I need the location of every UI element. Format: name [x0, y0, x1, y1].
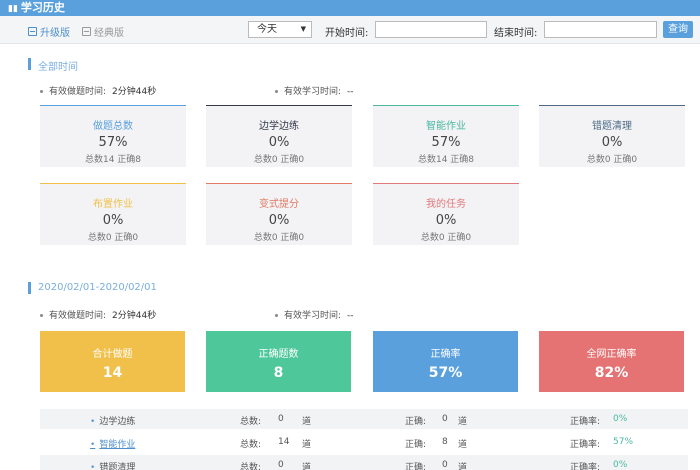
stat-card-stats: 总数0 正确0 — [420, 233, 472, 243]
range-effective-answer-time: 有效做题时间: 2分钟44秒 — [40, 308, 156, 321]
table-row: 边学边练总数:0道正确:0道正确率:0% — [40, 409, 688, 429]
stat-card-percent: 0% — [268, 135, 290, 150]
row-name: 错题清理 — [90, 460, 135, 470]
stat-card-title: 做题总数 — [93, 121, 133, 132]
row-correct: 0 — [442, 414, 448, 424]
row-correct-unit: 道 — [458, 417, 468, 427]
table-row: 智能作业总数:14道正确:8道正确率:57% — [40, 432, 688, 452]
stat-card-percent: 0% — [435, 213, 457, 228]
row-rate: 57% — [613, 437, 634, 447]
date-range-select[interactable]: 今天 ▼ — [248, 21, 312, 38]
row-rate: 0% — [613, 460, 628, 470]
upgrade-label: 升级版 — [40, 28, 70, 39]
stat-card[interactable]: 变式提分 0% 总数0 正确0 — [206, 183, 352, 245]
stat-card-title: 边学边练 — [259, 121, 299, 132]
row-correct-label: 正确: — [405, 417, 427, 427]
start-time-input[interactable] — [375, 21, 487, 38]
row-total: 0 — [278, 414, 284, 424]
end-time-input[interactable] — [544, 21, 657, 38]
summary-card: 正确率 57% — [373, 331, 518, 392]
row-total-unit: 道 — [302, 463, 312, 470]
upgrade-version-button[interactable]: 升级版 — [28, 24, 70, 39]
summary-card-title: 合计做题 — [92, 349, 133, 360]
classic-version-button[interactable]: 经典版 — [82, 24, 124, 39]
stat-card-stats: 总数14 正确8 — [84, 155, 142, 165]
row-total-unit: 道 — [302, 417, 312, 427]
row-rate: 0% — [613, 414, 628, 424]
all-time-title: 全部时间 — [28, 58, 78, 73]
row-total-label: 总数: — [240, 417, 262, 427]
row-name[interactable]: 智能作业 — [90, 437, 135, 450]
stat-card-title: 我的任务 — [426, 199, 466, 210]
stat-card[interactable]: 做题总数 57% 总数14 正确8 — [40, 105, 186, 167]
classic-icon — [82, 27, 91, 36]
row-name: 边学边练 — [90, 414, 135, 427]
start-time-label: 开始时间: — [325, 28, 369, 39]
row-correct-unit: 道 — [458, 463, 468, 470]
classic-label: 经典版 — [94, 28, 124, 39]
stat-card-stats: 总数0 正确0 — [586, 155, 638, 165]
effective-study-time: 有效学习时间: -- — [275, 84, 354, 97]
upgrade-icon — [28, 27, 37, 36]
summary-card-title: 正确率 — [430, 349, 461, 360]
table-row: 错题清理 总数: 0 道 正确: 0 道 正确率: 0% — [40, 455, 688, 470]
summary-card-title: 全网正确率 — [586, 349, 637, 360]
app-title: 学习历史 — [20, 1, 65, 14]
stat-card-percent: 57% — [98, 135, 128, 150]
stat-card-stats: 总数14 正确8 — [417, 155, 475, 165]
row-correct-unit: 道 — [458, 440, 468, 450]
summary-card-value: 57% — [428, 365, 463, 381]
stat-card[interactable]: 边学边练 0% 总数0 正确0 — [206, 105, 352, 167]
row-correct-label: 正确: — [405, 463, 427, 470]
summary-card-title: 正确题数 — [258, 349, 299, 360]
stat-card[interactable]: 布置作业 0% 总数0 正确0 — [40, 183, 186, 245]
stat-card-stats: 总数0 正确0 — [253, 155, 305, 165]
row-total-unit: 道 — [302, 440, 312, 450]
date-range-value: 今天 — [257, 24, 277, 35]
query-button[interactable]: 查询 — [663, 21, 693, 38]
stat-card-title: 智能作业 — [426, 121, 466, 132]
stat-card-stats: 总数0 正确0 — [87, 233, 139, 243]
stat-card[interactable]: 智能作业 57% 总数14 正确8 — [373, 105, 519, 167]
window-titlebar: ▮▮ 学习历史 — [0, 0, 700, 16]
stat-card-percent: 0% — [102, 213, 124, 228]
stat-card[interactable]: 我的任务 0% 总数0 正确0 — [373, 183, 519, 245]
stat-card-percent: 57% — [431, 135, 461, 150]
summary-card-value: 14 — [102, 365, 123, 381]
stat-card-stats: 总数0 正确0 — [253, 233, 305, 243]
row-total-label: 总数: — [240, 463, 262, 470]
row-correct: 8 — [442, 437, 448, 447]
row-rate-label: 正确率: — [570, 440, 601, 450]
summary-card-value: 82% — [594, 365, 629, 381]
row-total: 0 — [278, 460, 284, 470]
summary-card: 全网正确率 82% — [539, 331, 684, 392]
stat-card-percent: 0% — [601, 135, 623, 150]
row-total: 14 — [278, 437, 290, 447]
row-correct: 0 — [442, 460, 448, 470]
range-title: 2020/02/01-2020/02/01 — [28, 282, 157, 294]
stat-card-title: 错题清理 — [592, 121, 632, 132]
end-time-label: 结束时间: — [494, 28, 538, 39]
stat-card-percent: 0% — [268, 213, 290, 228]
dropdown-arrow-icon: ▼ — [300, 25, 306, 33]
row-total-label: 总数: — [240, 440, 262, 450]
row-correct-label: 正确: — [405, 440, 427, 450]
stat-card[interactable]: 错题清理 0% 总数0 正确0 — [539, 105, 685, 167]
stat-card-title: 布置作业 — [93, 199, 133, 210]
effective-answer-time: 有效做题时间: 2分钟44秒 — [40, 84, 156, 97]
chart-icon: ▮▮ — [8, 4, 18, 14]
summary-card: 正确题数 8 — [206, 331, 351, 392]
stat-card-title: 变式提分 — [259, 199, 299, 210]
summary-card-value: 8 — [273, 365, 284, 381]
row-rate-label: 正确率: — [570, 417, 601, 427]
summary-card: 合计做题 14 — [40, 331, 185, 392]
row-rate-label: 正确率: — [570, 463, 601, 470]
range-effective-study-time: 有效学习时间: -- — [275, 308, 354, 321]
